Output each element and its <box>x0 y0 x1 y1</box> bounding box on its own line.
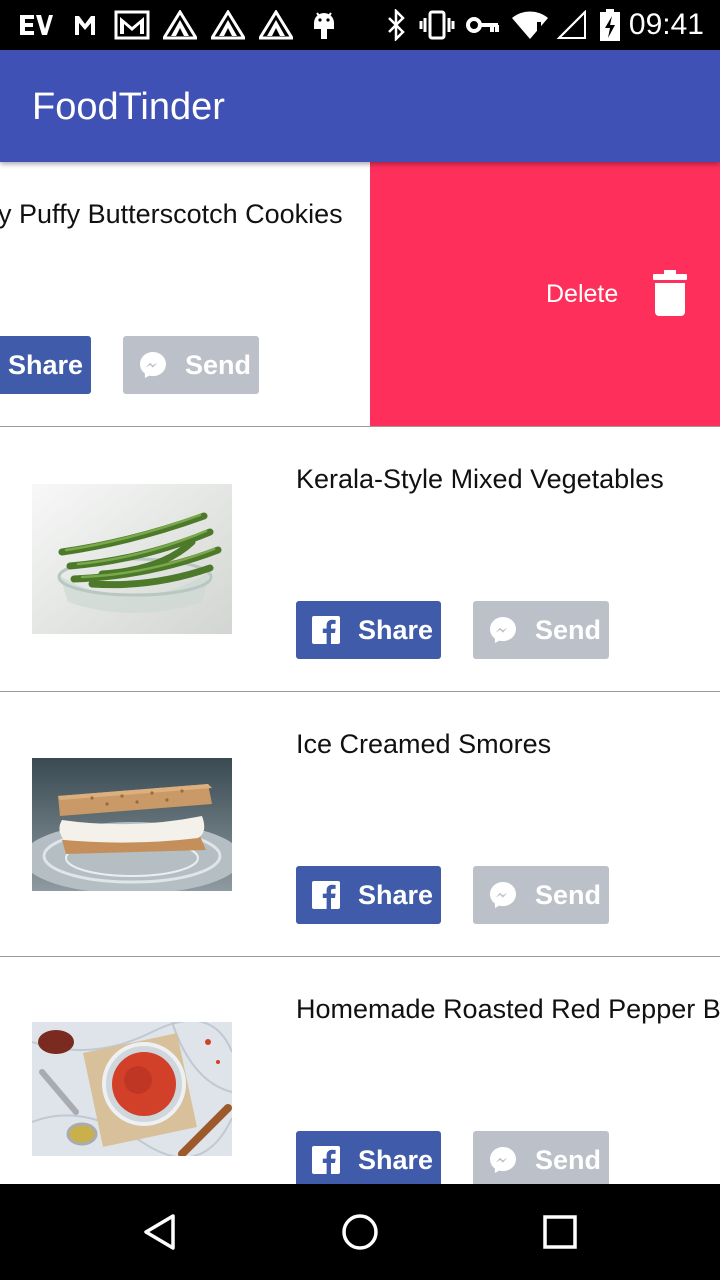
mail-icon <box>114 8 150 42</box>
messenger-icon <box>489 881 517 909</box>
list-item-content[interactable]: Ice Creamed Smores Share Send <box>0 692 720 956</box>
facebook-icon <box>312 1146 340 1174</box>
android-icon <box>310 8 338 42</box>
clock: 09:41 <box>628 8 704 41</box>
facebook-icon <box>312 881 340 909</box>
facebook-icon <box>312 616 340 644</box>
list-item[interactable]: Ice Creamed Smores Share Send <box>0 692 720 957</box>
battery-charging-icon <box>598 8 622 42</box>
send-button[interactable]: Send <box>473 601 609 659</box>
list-item-content[interactable]: Fluffy Puffy Butterscotch Cookies Share … <box>0 162 370 426</box>
app-title: FoodTinder <box>32 86 225 128</box>
triangle-app-icon <box>162 8 198 42</box>
triangle-app-icon <box>258 8 294 42</box>
list-item-swiped[interactable]: Fluffy Puffy Butterscotch Cookies Share … <box>0 162 720 427</box>
messenger-icon <box>489 616 517 644</box>
vibrate-icon <box>418 8 456 42</box>
share-label: Share <box>358 1144 434 1175</box>
delete-action[interactable]: Delete <box>370 162 720 426</box>
recents-icon[interactable] <box>532 1204 588 1260</box>
ev-icon <box>18 8 54 42</box>
bluetooth-icon <box>384 8 408 42</box>
send-button[interactable]: Send <box>123 336 259 394</box>
messenger-icon <box>139 351 167 379</box>
recipe-thumbnail <box>32 758 232 891</box>
send-label: Send <box>535 614 602 645</box>
back-icon[interactable] <box>132 1204 188 1260</box>
list-item[interactable]: Homemade Roasted Red Pepper Bisque Share… <box>0 957 720 1184</box>
signal-icon <box>554 8 588 42</box>
recipe-list[interactable]: Fluffy Puffy Butterscotch Cookies Share … <box>0 162 720 1184</box>
list-item-content[interactable]: Homemade Roasted Red Pepper Bisque Share… <box>0 957 720 1184</box>
recipe-title: Kerala-Style Mixed Vegetables <box>296 464 664 494</box>
send-label: Send <box>535 879 602 910</box>
recipe-title: Ice Creamed Smores <box>296 729 552 759</box>
key-icon <box>466 8 500 42</box>
app-bar: FoodTinder <box>0 50 720 162</box>
trash-icon[interactable] <box>653 270 687 316</box>
send-button[interactable]: Send <box>473 866 609 924</box>
send-label: Send <box>185 349 252 380</box>
recipe-title: Homemade Roasted Red Pepper Bisque <box>296 994 720 1024</box>
messenger-icon <box>489 1146 517 1174</box>
share-button[interactable]: Share <box>296 1131 441 1184</box>
status-bar: 09:41 <box>0 0 720 50</box>
send-button[interactable]: Send <box>473 1131 609 1184</box>
home-icon[interactable] <box>332 1204 388 1260</box>
navigation-bar <box>0 1184 720 1280</box>
delete-label: Delete <box>546 280 619 308</box>
recipe-thumbnail <box>32 1022 232 1156</box>
list-item[interactable]: Kerala-Style Mixed Vegetables Share Send <box>0 427 720 692</box>
send-label: Send <box>535 1144 602 1175</box>
share-button[interactable]: Share <box>0 336 91 394</box>
share-button[interactable]: Share <box>296 866 441 924</box>
recipe-title: Fluffy Puffy Butterscotch Cookies <box>0 199 343 229</box>
share-label: Share <box>8 349 84 380</box>
share-label: Share <box>358 614 434 645</box>
wifi-icon <box>510 8 550 42</box>
share-label: Share <box>358 879 434 910</box>
triangle-app-icon <box>210 8 246 42</box>
share-button[interactable]: Share <box>296 601 441 659</box>
recipe-thumbnail <box>32 484 232 634</box>
list-item-content[interactable]: Kerala-Style Mixed Vegetables Share Send <box>0 427 720 691</box>
gmail-icon <box>72 8 98 42</box>
